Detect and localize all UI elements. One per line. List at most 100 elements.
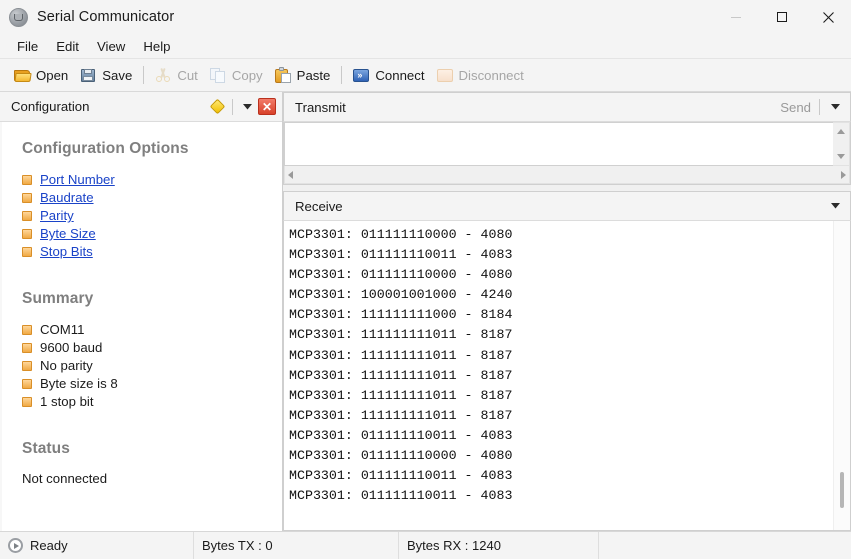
option-link-byte-size[interactable]: Byte Size [40, 226, 96, 241]
transmit-panel-tools: Send [780, 99, 842, 115]
close-button[interactable] [805, 0, 851, 34]
minimize-button[interactable] [713, 0, 759, 34]
summary-list: COM11 9600 baud No parity Byte size is 8 [22, 321, 282, 410]
list-item: 1 stop bit [22, 393, 282, 410]
status-bytes-rx-label: Bytes RX : 1240 [407, 538, 501, 553]
chevron-down-icon[interactable] [240, 100, 254, 114]
configuration-panel-header: Configuration ✕ [0, 92, 282, 122]
option-link-port-number[interactable]: Port Number [40, 172, 115, 187]
list-item: No parity [22, 357, 282, 374]
status-ready-cell: Ready [0, 532, 194, 559]
toolbar-copy-button[interactable]: Copy [204, 64, 269, 86]
receive-panel-header: Receive [283, 191, 851, 221]
app-icon [9, 8, 28, 27]
toolbar-paste-label: Paste [297, 68, 331, 83]
toolbar-save-button[interactable]: Save [74, 64, 138, 86]
bullet-icon [22, 247, 32, 257]
status-bar: Ready Bytes TX : 0 Bytes RX : 1240 [0, 531, 851, 559]
ready-circle-icon [8, 538, 23, 553]
toolbar: Open Save Cut Copy Paste » Connect Disco… [0, 59, 851, 92]
scroll-left-icon[interactable] [288, 171, 293, 179]
pin-diamond-icon[interactable] [210, 99, 225, 114]
transmit-panel [283, 122, 851, 185]
chevron-down-icon[interactable] [828, 199, 842, 213]
list-item: Byte size is 8 [22, 375, 282, 392]
list-item[interactable]: Parity [22, 207, 282, 224]
transmit-row [284, 122, 850, 166]
toolbar-disconnect-button[interactable]: Disconnect [431, 64, 530, 86]
menu-bar: File Edit View Help [0, 34, 851, 59]
transmit-input[interactable] [284, 122, 833, 166]
status-value: Not connected [22, 471, 282, 486]
menu-file[interactable]: File [8, 36, 47, 57]
toolbar-separator-1 [143, 66, 144, 84]
transmit-panel-header: Transmit Send [283, 92, 851, 122]
scroll-down-icon[interactable] [833, 148, 849, 165]
receive-panel: Receive MCP3301: 011111110000 - 4080 MCP… [283, 191, 851, 531]
configuration-panel-content: Configuration Options Port Number Baudra… [0, 122, 282, 531]
summary-stop-bits: 1 stop bit [40, 394, 94, 409]
bullet-icon [22, 343, 32, 353]
list-item[interactable]: Baudrate [22, 189, 282, 206]
list-item[interactable]: Stop Bits [22, 243, 282, 260]
option-link-parity[interactable]: Parity [40, 208, 74, 223]
menu-help[interactable]: Help [134, 36, 179, 57]
toolbar-open-button[interactable]: Open [8, 64, 74, 86]
option-link-baudrate[interactable]: Baudrate [40, 190, 94, 205]
close-icon[interactable]: ✕ [258, 98, 276, 115]
configuration-panel-title: Configuration [11, 99, 89, 114]
copy-icon [210, 67, 227, 83]
connect-icon: » [353, 67, 370, 83]
bullet-icon [22, 397, 32, 407]
toolbar-copy-label: Copy [232, 68, 263, 83]
toolbar-cut-button[interactable]: Cut [149, 64, 204, 86]
scissors-icon [155, 67, 172, 83]
disconnect-icon [437, 67, 454, 83]
scroll-up-icon[interactable] [833, 123, 849, 140]
maximize-button[interactable] [759, 0, 805, 34]
status-heading: Status [22, 440, 282, 458]
menu-view[interactable]: View [88, 36, 134, 57]
window-controls [713, 0, 851, 34]
summary-baudrate: 9600 baud [40, 340, 102, 355]
transmit-vertical-scrollbar[interactable] [833, 122, 850, 166]
bullet-icon [22, 361, 32, 371]
menu-edit[interactable]: Edit [47, 36, 88, 57]
window-title: Serial Communicator [37, 9, 174, 25]
list-item[interactable]: Port Number [22, 171, 282, 188]
receive-log[interactable]: MCP3301: 011111110000 - 4080 MCP3301: 01… [284, 221, 833, 530]
clipboard-paste-icon [275, 67, 292, 83]
bullet-icon [22, 379, 32, 389]
receive-body: MCP3301: 011111110000 - 4080 MCP3301: 01… [283, 221, 851, 531]
toolbar-separator-2 [341, 66, 342, 84]
scrollbar-thumb[interactable] [840, 472, 844, 508]
list-item: COM11 [22, 321, 282, 338]
receive-vertical-scrollbar[interactable] [833, 221, 850, 530]
toolbar-cut-label: Cut [177, 68, 198, 83]
status-ready-label: Ready [30, 538, 68, 553]
toolbar-connect-label: Connect [375, 68, 424, 83]
receive-panel-title: Receive [295, 199, 343, 214]
application-window: Serial Communicator File Edit View Help … [0, 0, 851, 559]
status-bytes-tx-label: Bytes TX : 0 [202, 538, 273, 553]
configuration-panel: Configuration ✕ Configuration Options Po… [0, 92, 283, 531]
bullet-icon [22, 211, 32, 221]
send-button[interactable]: Send [780, 100, 811, 115]
status-bytes-rx-cell: Bytes RX : 1240 [399, 532, 599, 559]
toolbar-paste-button[interactable]: Paste [269, 64, 337, 86]
bullet-icon [22, 193, 32, 203]
transmit-panel-title: Transmit [295, 100, 346, 115]
toolbar-disconnect-label: Disconnect [459, 68, 524, 83]
toolbar-open-label: Open [36, 68, 68, 83]
toolbar-connect-button[interactable]: » Connect [347, 64, 430, 86]
transmit-horizontal-scrollbar[interactable] [284, 166, 850, 184]
configuration-options-list: Port Number Baudrate Parity Byte Size [22, 171, 282, 260]
configuration-options-heading: Configuration Options [22, 140, 282, 158]
scroll-right-icon[interactable] [841, 171, 846, 179]
folder-open-icon [14, 67, 31, 83]
chevron-down-icon[interactable] [828, 100, 842, 114]
title-bar: Serial Communicator [0, 0, 851, 34]
list-item[interactable]: Byte Size [22, 225, 282, 242]
dock-tool-separator [232, 99, 233, 115]
option-link-stop-bits[interactable]: Stop Bits [40, 244, 93, 259]
